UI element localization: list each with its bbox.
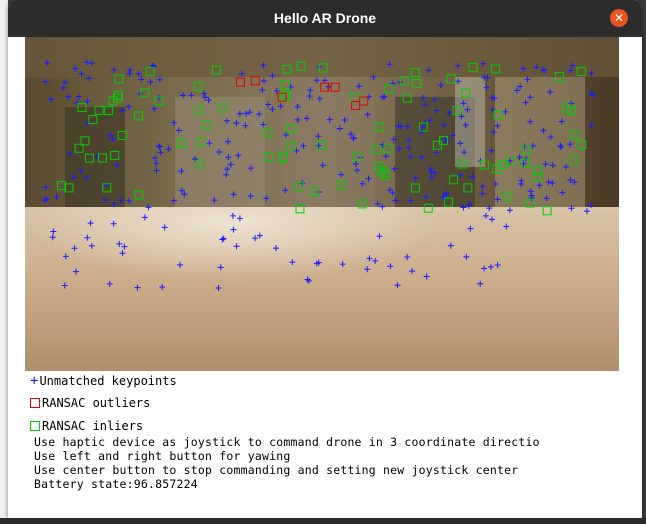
legend-inliers: RANSAC inliers	[30, 419, 143, 435]
window-title: Hello AR Drone	[273, 10, 377, 26]
app-window: Hello AR Drone ✕ +Unmatched keypoints RA…	[8, 0, 642, 518]
instruction-line-2: Use left and right button for yawing	[34, 449, 291, 463]
legend-inliers-label: RANSAC inliers	[42, 419, 144, 433]
window-content: +Unmatched keypoints RANSAC outliers RAN…	[8, 37, 642, 518]
wall-panel	[495, 77, 585, 207]
camera-view	[25, 37, 619, 371]
title-bar[interactable]: Hello AR Drone ✕	[8, 0, 642, 37]
close-button[interactable]: ✕	[610, 9, 628, 27]
wall-panel	[285, 92, 375, 207]
legend-outliers-label: RANSAC outliers	[42, 396, 151, 410]
instruction-line-1: Use haptic device as joystick to command…	[34, 435, 540, 449]
close-icon: ✕	[613, 11, 625, 25]
instruction-line-3: Use center button to stop commanding and…	[34, 463, 519, 477]
bottom-panel	[0, 518, 646, 524]
red-square-icon	[30, 398, 40, 408]
legend-unmatched-label: Unmatched keypoints	[39, 374, 177, 388]
green-square-icon	[30, 421, 40, 431]
plus-marker-icon: +	[30, 373, 39, 389]
wall-panel	[65, 107, 125, 207]
battery-state: Battery state:96.857224	[34, 477, 198, 491]
desktop-edge	[0, 0, 8, 524]
legend-outliers: RANSAC outliers	[30, 396, 150, 412]
floor-glare	[25, 207, 619, 371]
legend-unmatched: +Unmatched keypoints	[30, 373, 177, 389]
